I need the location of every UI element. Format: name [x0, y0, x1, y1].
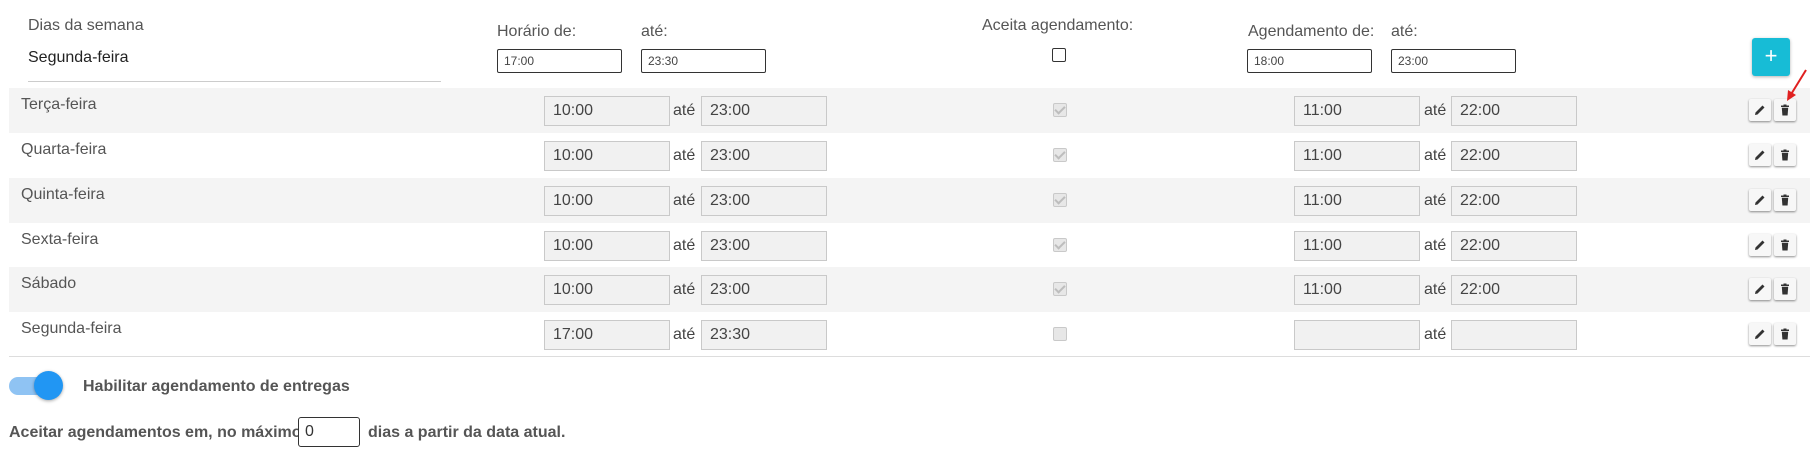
delete-button[interactable] [1774, 323, 1796, 345]
schedule-to-field[interactable]: 22:00 [1451, 275, 1577, 305]
delete-button[interactable] [1774, 99, 1796, 121]
table-bottom-divider [9, 356, 1810, 357]
until-label: até [1424, 102, 1447, 119]
table-row: Sexta-feira 10:00 até 23:00 11:00 até 22:00 [9, 223, 1810, 268]
schedule-from-field[interactable]: 11:00 [1294, 141, 1420, 171]
accepts-scheduling-label: Aceita agendamento: [982, 17, 1134, 34]
schedule-to-field[interactable]: 22:00 [1451, 186, 1577, 216]
until-label: até [673, 102, 696, 119]
schedule-from-label: Agendamento de: [1248, 23, 1375, 40]
trash-icon [1781, 194, 1789, 206]
schedule-from-field[interactable]: 11:00 [1294, 186, 1420, 216]
pencil-icon [1755, 284, 1765, 294]
until-label: até [673, 147, 696, 164]
accepts-scheduling-checkbox[interactable] [1053, 238, 1067, 252]
delete-button[interactable] [1774, 234, 1796, 256]
hours-to-input[interactable]: 23:30 [641, 49, 766, 73]
day-select-underline [28, 81, 441, 82]
edit-button[interactable] [1749, 323, 1771, 345]
until-label: até [673, 237, 696, 254]
trash-icon [1781, 239, 1789, 251]
hours-to-field[interactable]: 23:00 [701, 186, 827, 216]
schedule-from-field[interactable]: 11:00 [1294, 275, 1420, 305]
hours-to-field[interactable]: 23:00 [701, 231, 827, 261]
hours-from-field[interactable]: 10:00 [544, 96, 670, 126]
days-of-week-label: Dias da semana [28, 17, 144, 34]
max-days-suffix: dias a partir da data atual. [368, 424, 566, 441]
accepts-scheduling-checkbox[interactable] [1053, 103, 1067, 117]
trash-icon [1781, 328, 1789, 340]
accepts-scheduling-checkbox[interactable] [1053, 282, 1067, 296]
table-row: Segunda-feira 17:00 até 23:30 até [9, 312, 1810, 357]
hours-from-field[interactable]: 10:00 [544, 186, 670, 216]
enable-delivery-scheduling-toggle[interactable] [9, 371, 63, 400]
toggle-knob [34, 371, 63, 400]
enable-scheduling-label: Habilitar agendamento de entregas [83, 378, 350, 395]
day-select[interactable]: Segunda-feira [28, 49, 129, 67]
table-row: Quinta-feira 10:00 até 23:00 11:00 até 22:00 [9, 178, 1810, 223]
day-name: Quinta-feira [21, 186, 105, 203]
until-label: até [673, 326, 696, 343]
schedule-from-input[interactable]: 18:00 [1247, 49, 1372, 73]
trash-icon [1781, 104, 1789, 116]
until-label: até [673, 192, 696, 209]
edit-button[interactable] [1749, 189, 1771, 211]
hours-to-label: até: [641, 23, 668, 40]
accepts-scheduling-checkbox[interactable] [1052, 48, 1066, 62]
hours-to-field[interactable]: 23:00 [701, 141, 827, 171]
hours-to-field[interactable]: 23:00 [701, 96, 827, 126]
schedule-to-input[interactable]: 23:00 [1391, 49, 1516, 73]
delete-button[interactable] [1774, 189, 1796, 211]
delete-button[interactable] [1774, 278, 1796, 300]
schedule-to-field[interactable]: 22:00 [1451, 96, 1577, 126]
schedule-to-label: até: [1391, 23, 1418, 40]
until-label: até [1424, 326, 1447, 343]
accepts-scheduling-checkbox[interactable] [1053, 193, 1067, 207]
schedule-to-field[interactable] [1451, 320, 1577, 350]
day-name: Quarta-feira [21, 141, 107, 158]
table-row: Sábado 10:00 até 23:00 11:00 até 22:00 [9, 267, 1810, 312]
hours-to-field[interactable]: 23:00 [701, 275, 827, 305]
until-label: até [1424, 192, 1447, 209]
hours-from-input[interactable]: 17:00 [497, 49, 622, 73]
schedule-from-field[interactable]: 11:00 [1294, 231, 1420, 261]
table-row: Quarta-feira 10:00 até 23:00 11:00 até 22:00 [9, 133, 1810, 178]
table-row: Terça-feira 10:00 até 23:00 11:00 até 22:00 [9, 88, 1810, 133]
max-days-prefix: Aceitar agendamentos em, no máximo [9, 424, 302, 441]
until-label: até [1424, 281, 1447, 298]
annotation-arrow-icon [1787, 69, 1807, 101]
pencil-icon [1755, 150, 1765, 160]
day-name: Sexta-feira [21, 231, 99, 248]
edit-button[interactable] [1749, 278, 1771, 300]
until-label: até [1424, 147, 1447, 164]
trash-icon [1781, 283, 1789, 295]
until-label: até [673, 281, 696, 298]
edit-button[interactable] [1749, 234, 1771, 256]
pencil-icon [1755, 329, 1765, 339]
pencil-icon [1755, 105, 1765, 115]
trash-icon [1781, 149, 1789, 161]
schedule-to-field[interactable]: 22:00 [1451, 231, 1577, 261]
edit-button[interactable] [1749, 99, 1771, 121]
hours-from-field[interactable]: 17:00 [544, 320, 670, 350]
schedule-from-field[interactable] [1294, 320, 1420, 350]
day-name: Terça-feira [21, 96, 97, 113]
schedule-from-field[interactable]: 11:00 [1294, 96, 1420, 126]
hours-from-field[interactable]: 10:00 [544, 231, 670, 261]
until-label: até [1424, 237, 1447, 254]
pencil-icon [1755, 240, 1765, 250]
delete-button[interactable] [1774, 144, 1796, 166]
accepts-scheduling-checkbox[interactable] [1053, 148, 1067, 162]
day-name: Segunda-feira [21, 320, 122, 337]
hours-to-field[interactable]: 23:30 [701, 320, 827, 350]
edit-button[interactable] [1749, 144, 1771, 166]
schedule-to-field[interactable]: 22:00 [1451, 141, 1577, 171]
accepts-scheduling-checkbox[interactable] [1053, 327, 1067, 341]
pencil-icon [1755, 195, 1765, 205]
max-days-input[interactable]: 0 [298, 417, 360, 447]
day-name: Sábado [21, 275, 77, 292]
hours-from-label: Horário de: [497, 23, 577, 40]
hours-from-field[interactable]: 10:00 [544, 275, 670, 305]
hours-from-field[interactable]: 10:00 [544, 141, 670, 171]
